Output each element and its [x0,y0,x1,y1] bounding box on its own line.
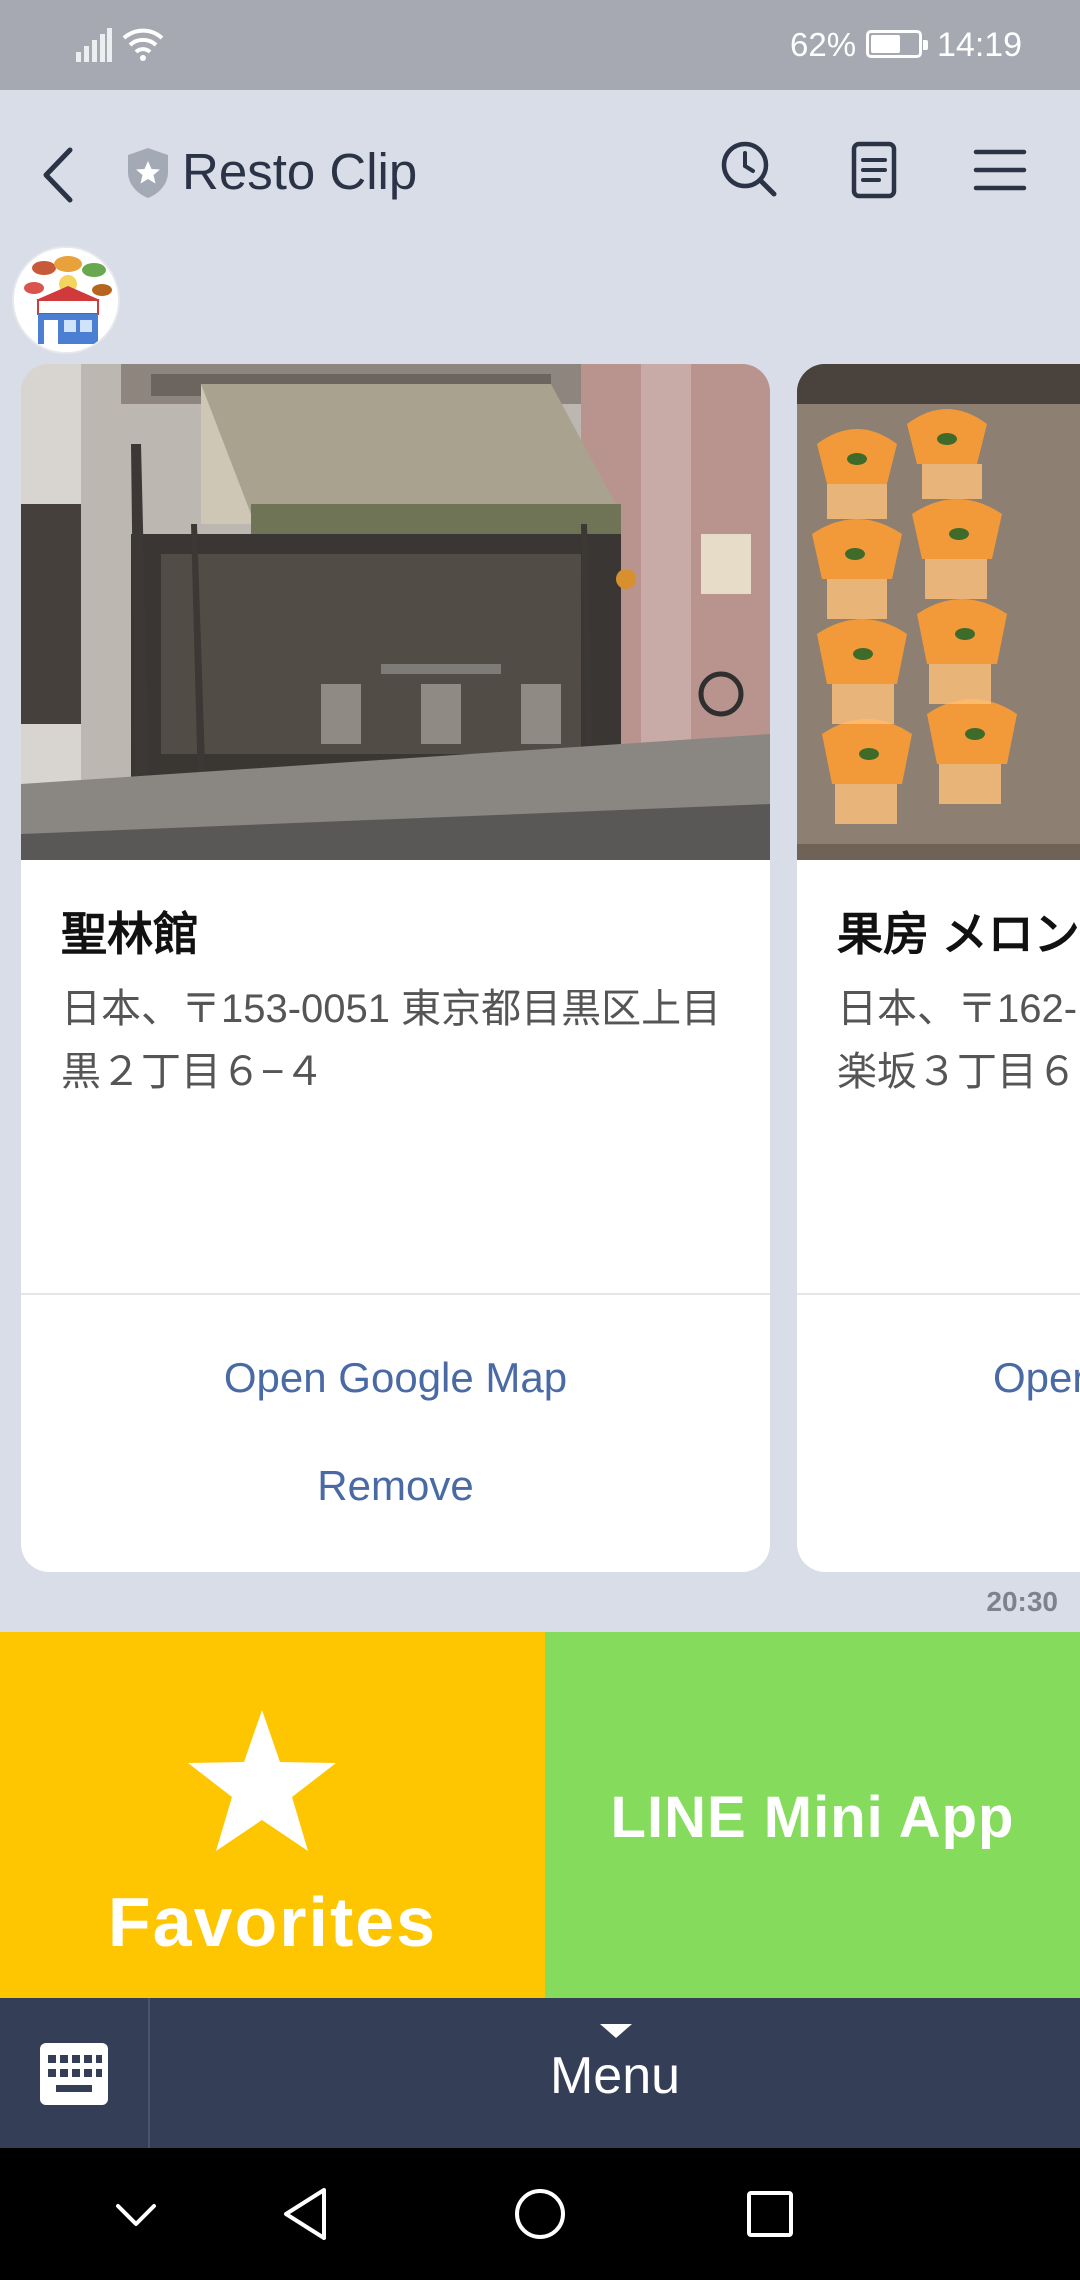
restaurant-name: 聖林館 [61,908,199,960]
menu-toggle-arrow-icon[interactable] [600,2024,632,2038]
nav-recents-icon[interactable] [732,2176,808,2252]
address-line: 日本、〒162- [837,987,1078,1031]
hamburger-icon [973,149,1027,191]
restaurant-logo-icon [14,248,118,352]
battery-percent: 62% [790,26,857,63]
address-line: 楽坂３丁目６ [837,1050,1077,1094]
wifi-icon [122,28,164,61]
chat-title: Resto Clip [182,143,418,200]
open-google-map-button[interactable]: Oper [797,1354,1080,1402]
restaurant-photo [21,364,770,860]
back-button[interactable] [30,140,90,210]
restaurant-address: 日本、〒162- 楽坂３丁目６ [837,978,1080,1104]
line-mini-app-button[interactable]: LINE Mini App [545,1632,1080,1998]
favorites-button[interactable]: Favorites [0,1632,545,1998]
signal-icon [76,28,112,62]
note-icon [851,141,897,199]
chat-header: Resto Clip [0,90,1080,250]
menu-toggle[interactable]: Menu [150,2046,1080,2106]
keyboard-button[interactable] [0,1998,150,2148]
chat-menu-button[interactable] [968,138,1032,202]
search-clock-icon [721,141,777,197]
shield-star-icon [128,148,168,198]
status-bar: 62% 14:19 [0,0,1080,90]
rich-menu: Favorites LINE Mini App [0,1632,1080,1998]
restaurant-carousel[interactable]: 聖林館 日本、〒153-0051 東京都目黒区上目黒２丁目６−４ Open Go… [0,364,1080,1574]
notes-button[interactable] [842,138,906,202]
card-divider [797,1293,1080,1295]
bot-avatar[interactable] [12,246,120,354]
hide-nav-icon[interactable] [98,2176,174,2252]
rich-menu-bar: Menu [0,1998,1080,2148]
search-button[interactable] [718,138,782,202]
favorites-label: Favorites [107,1883,438,1961]
remove-button[interactable]: Remove [21,1462,770,1510]
card-divider [21,1293,770,1295]
open-google-map-button[interactable]: Open Google Map [21,1354,770,1402]
nav-home-icon[interactable] [502,2176,578,2252]
keyboard-icon [40,2043,108,2105]
restaurant-photo [797,364,1080,860]
star-icon [188,1710,336,1851]
line-mini-app-label: LINE Mini App [610,1785,1015,1850]
chevron-left-icon [43,147,73,203]
restaurant-name: 果房 メロン [837,908,1080,960]
restaurant-card[interactable]: 聖林館 日本、〒153-0051 東京都目黒区上目黒２丁目６−４ Open Go… [21,364,770,1572]
clock: 14:19 [937,26,1023,64]
battery-icon [866,30,928,58]
system-nav-bar [0,2148,1080,2280]
nav-back-icon[interactable] [270,2176,346,2252]
restaurant-address: 日本、〒153-0051 東京都目黒区上目黒２丁目６−４ [61,987,722,1094]
message-timestamp: 20:30 [986,1586,1058,1617]
restaurant-card[interactable]: 果房 メロン 日本、〒162- 楽坂３丁目６ Oper [797,364,1080,1572]
